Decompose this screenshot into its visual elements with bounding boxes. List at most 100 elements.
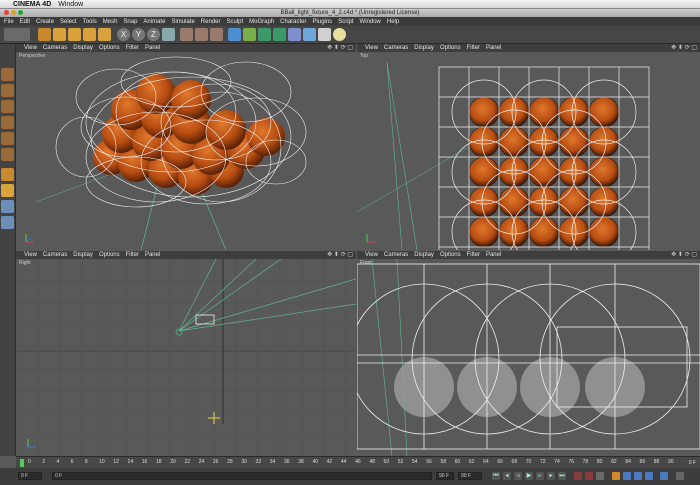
menu-help[interactable]: Help bbox=[387, 19, 399, 25]
menu-select[interactable]: Select bbox=[60, 19, 77, 25]
subdivision-surface-icon[interactable] bbox=[243, 28, 256, 41]
play-icon[interactable]: ▶ bbox=[525, 472, 533, 480]
menu-cameras[interactable]: Cameras bbox=[43, 252, 67, 258]
viewport-nav-icons[interactable]: ✥ ⬍ ⟳ ▢ bbox=[671, 251, 697, 258]
axis-mode-icon[interactable] bbox=[1, 216, 14, 229]
snap-icon[interactable] bbox=[1, 184, 14, 197]
viewport-nav-icons[interactable]: ✥ ⬍ ⟳ ▢ bbox=[327, 251, 353, 258]
position-key-icon[interactable] bbox=[612, 472, 620, 480]
keyframe-selection-icon[interactable] bbox=[596, 472, 604, 480]
render-to-picture-viewer-icon[interactable] bbox=[195, 28, 208, 41]
y-axis-lock-button[interactable]: Y bbox=[132, 28, 145, 41]
scale-tool-icon[interactable] bbox=[68, 28, 81, 41]
menu-window[interactable]: Window bbox=[360, 19, 381, 25]
menu-view[interactable]: View bbox=[365, 45, 378, 51]
menu-cameras[interactable]: Cameras bbox=[384, 252, 408, 258]
z-axis-lock-button[interactable]: Z bbox=[147, 28, 160, 41]
menu-filter[interactable]: Filter bbox=[126, 252, 139, 258]
object-mode-icon[interactable] bbox=[1, 100, 14, 113]
menu-filter[interactable]: Filter bbox=[467, 252, 480, 258]
menu-options[interactable]: Options bbox=[440, 45, 461, 51]
camera-object-icon[interactable] bbox=[318, 28, 331, 41]
record-keys-icon[interactable] bbox=[574, 472, 582, 480]
move-tool-icon[interactable] bbox=[53, 28, 66, 41]
spline-object-icon[interactable] bbox=[288, 28, 301, 41]
next-key-icon[interactable]: ▸ bbox=[547, 472, 555, 480]
menu-sculpt[interactable]: Sculpt bbox=[226, 19, 243, 25]
right-viewport[interactable]: View Cameras Display Options Filter Pane… bbox=[16, 251, 356, 456]
front-viewport[interactable]: View Cameras Display Options Filter Pane… bbox=[357, 251, 700, 456]
timeline-menu-icon[interactable] bbox=[676, 472, 684, 480]
autokey-icon[interactable] bbox=[585, 472, 593, 480]
menu-script[interactable]: Script bbox=[338, 19, 353, 25]
menu-display[interactable]: Display bbox=[73, 252, 93, 258]
model-mode-icon[interactable] bbox=[1, 84, 14, 97]
menu-file[interactable]: File bbox=[4, 19, 14, 25]
rotation-key-icon[interactable] bbox=[634, 472, 642, 480]
go-to-end-icon[interactable]: ⏭ bbox=[558, 472, 566, 480]
last-tool-icon[interactable] bbox=[98, 28, 111, 41]
undo-redo-button[interactable] bbox=[4, 28, 30, 41]
render-view-icon[interactable] bbox=[180, 28, 193, 41]
texture-mode-icon[interactable] bbox=[1, 116, 14, 129]
workplane-icon[interactable] bbox=[1, 168, 14, 181]
menu-display[interactable]: Display bbox=[414, 45, 434, 51]
menu-filter[interactable]: Filter bbox=[126, 45, 139, 51]
menu-panel[interactable]: Panel bbox=[145, 252, 160, 258]
mac-menu-window[interactable]: Window bbox=[58, 1, 83, 8]
timeline-ruler[interactable]: 0 2 4 6 8 10 12 14 16 18 20 22 24 26 28 30 32 34 36 38 40 42 4… bbox=[16, 456, 700, 468]
points-mode-icon[interactable] bbox=[1, 132, 14, 145]
menu-filter[interactable]: Filter bbox=[467, 45, 480, 51]
layer-icon[interactable] bbox=[1, 200, 14, 213]
preview-range-slider[interactable]: 0 F bbox=[52, 472, 432, 480]
menu-tools[interactable]: Tools bbox=[83, 19, 97, 25]
menu-cameras[interactable]: Cameras bbox=[43, 45, 67, 51]
menu-plugins[interactable]: Plugins bbox=[313, 19, 333, 25]
go-to-start-icon[interactable]: ⏮ bbox=[492, 472, 500, 480]
max-frame-field[interactable]: 90 F bbox=[458, 472, 482, 480]
viewport-nav-icons[interactable]: ✥ ⬍ ⟳ ▢ bbox=[671, 44, 697, 51]
scene-object-icon[interactable] bbox=[303, 28, 316, 41]
rotate-tool-icon[interactable] bbox=[83, 28, 96, 41]
menu-create[interactable]: Create bbox=[36, 19, 54, 25]
x-axis-lock-button[interactable]: X bbox=[117, 28, 130, 41]
light-object-icon[interactable] bbox=[333, 28, 346, 41]
menu-panel[interactable]: Panel bbox=[145, 45, 160, 51]
array-object-icon[interactable] bbox=[258, 28, 271, 41]
previous-frame-icon[interactable]: ◃ bbox=[514, 472, 522, 480]
menu-animate[interactable]: Animate bbox=[143, 19, 165, 25]
menu-cameras[interactable]: Cameras bbox=[384, 45, 408, 51]
live-selection-icon[interactable] bbox=[38, 28, 51, 41]
timeline-playhead[interactable] bbox=[20, 459, 24, 467]
start-frame-field[interactable]: 0 F bbox=[18, 472, 42, 480]
menu-options[interactable]: Options bbox=[440, 252, 461, 258]
viewport-nav-icons[interactable]: ✥ ⬍ ⟳ ▢ bbox=[327, 44, 353, 51]
menu-panel[interactable]: Panel bbox=[486, 252, 501, 258]
make-editable-icon[interactable] bbox=[1, 68, 14, 81]
menu-options[interactable]: Options bbox=[99, 252, 120, 258]
scale-key-icon[interactable] bbox=[623, 472, 631, 480]
menu-render[interactable]: Render bbox=[201, 19, 221, 25]
next-frame-icon[interactable]: ▹ bbox=[536, 472, 544, 480]
menu-edit[interactable]: Edit bbox=[20, 19, 30, 25]
end-frame-field[interactable]: 90 F bbox=[436, 472, 454, 480]
coordinate-system-icon[interactable] bbox=[162, 28, 175, 41]
menu-panel[interactable]: Panel bbox=[486, 45, 501, 51]
parameter-key-icon[interactable] bbox=[645, 472, 653, 480]
perspective-viewport[interactable]: View Cameras Display Options Filter Pane… bbox=[16, 44, 356, 250]
menu-mograph[interactable]: MoGraph bbox=[249, 19, 274, 25]
edges-mode-icon[interactable] bbox=[1, 148, 14, 161]
menu-display[interactable]: Display bbox=[414, 252, 434, 258]
cube-object-icon[interactable] bbox=[228, 28, 241, 41]
menu-simulate[interactable]: Simulate bbox=[171, 19, 194, 25]
pla-key-icon[interactable] bbox=[660, 472, 668, 480]
render-settings-icon[interactable] bbox=[210, 28, 223, 41]
app-name[interactable]: CINEMA 4D bbox=[13, 1, 51, 8]
menu-view[interactable]: View bbox=[24, 252, 37, 258]
menu-snap[interactable]: Snap bbox=[123, 19, 137, 25]
menu-options[interactable]: Options bbox=[99, 45, 120, 51]
menu-display[interactable]: Display bbox=[73, 45, 93, 51]
menu-view[interactable]: View bbox=[24, 45, 37, 51]
top-viewport[interactable]: View Cameras Display Options Filter Pane… bbox=[357, 44, 700, 250]
menu-character[interactable]: Character bbox=[280, 19, 306, 25]
